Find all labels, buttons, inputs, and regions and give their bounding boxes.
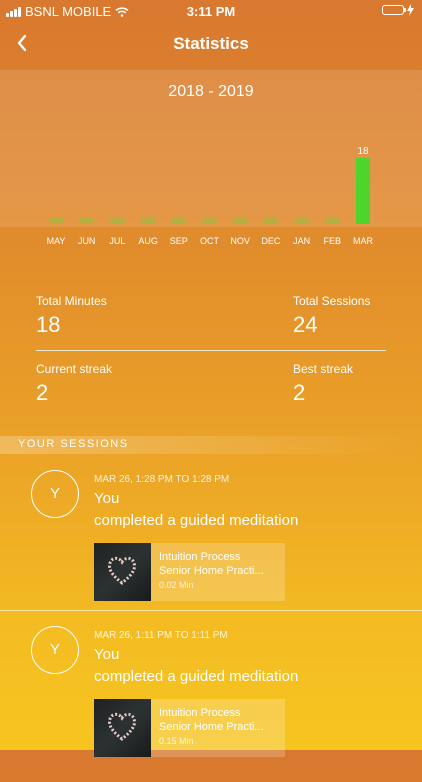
sessions-header-label: YOUR SESSIONS: [18, 438, 129, 450]
total-sessions-value: 24: [293, 312, 318, 337]
session-item[interactable]: Y MAR 26, 1:28 PM TO 1:28 PM You complet…: [0, 470, 422, 626]
session-item[interactable]: Y MAR 26, 1:11 PM TO 1:11 PM You complet…: [0, 626, 422, 782]
charging-bolt-icon: [407, 4, 414, 16]
heart-icon: [108, 556, 136, 585]
status-right: [382, 4, 414, 16]
meditation-card[interactable]: Intuition Process Senior Home Practi... …: [94, 699, 285, 757]
meditation-title: Intuition Process: [159, 707, 241, 719]
bar-mar: [356, 158, 370, 224]
bar-dec: [263, 218, 278, 224]
meditation-thumbnail: [94, 699, 151, 757]
page-title: Statistics: [173, 34, 249, 53]
nav-bar: Statistics: [0, 22, 422, 68]
battery-icon: [382, 5, 406, 15]
meditation-duration: 0.15 Min: [159, 736, 194, 746]
session-divider: [0, 610, 422, 611]
bar-sep: [171, 218, 186, 224]
total-minutes-value: 18: [36, 312, 61, 337]
session-activity: completed a guided meditation: [94, 512, 299, 529]
meditation-card[interactable]: Intuition Process Senior Home Practi... …: [94, 543, 285, 601]
session-user: You: [94, 646, 120, 663]
bar-jan: [294, 218, 309, 224]
data-label-mar: 18: [357, 146, 369, 157]
session-activity: completed a guided meditation: [94, 668, 299, 685]
current-streak-label: Current streak: [36, 362, 113, 376]
bar-jul: [110, 218, 125, 224]
month-labels: MAY JUN JUL AUG SEP OCT NOV DEC JAN FEB MAR: [0, 236, 422, 248]
bar-nov: [233, 218, 248, 224]
status-bar: BSNL MOBILE 3:11 PM: [0, 0, 422, 22]
sessions-header: YOUR SESSIONS: [0, 436, 422, 454]
bar-aug: [141, 218, 156, 224]
session-time: MAR 26, 1:28 PM TO 1:28 PM: [94, 474, 230, 485]
total-sessions-label: Total Sessions: [293, 294, 371, 308]
total-minutes-label: Total Minutes: [36, 294, 107, 308]
heart-icon: [108, 712, 136, 741]
best-streak-value: 2: [293, 380, 306, 405]
meditation-title: Intuition Process: [159, 551, 241, 563]
stats-divider: [36, 350, 386, 351]
bar-jun: [79, 218, 94, 224]
meditation-subtitle: Senior Home Practi...: [159, 565, 264, 577]
session-time: MAR 26, 1:11 PM TO 1:11 PM: [94, 630, 228, 641]
meditation-duration: 0.02 Min: [159, 580, 194, 590]
meditation-thumbnail: [94, 543, 151, 601]
stats-panel: Total Minutes 18 Total Sessions 24 Curre…: [36, 290, 386, 410]
monthly-minutes-chart: 18: [49, 146, 370, 224]
meditation-subtitle: Senior Home Practi...: [159, 721, 264, 733]
best-streak-label: Best streak: [293, 362, 354, 376]
bar-may: [49, 218, 63, 224]
avatar: Y: [31, 626, 79, 674]
session-user: You: [94, 490, 120, 507]
bar-oct: [202, 218, 217, 224]
chart-title: 2018 - 2019: [168, 83, 254, 100]
month-label-mar: MAR: [353, 236, 373, 246]
bar-feb: [325, 218, 340, 224]
current-streak-value: 2: [36, 380, 49, 405]
status-time: 3:11 PM: [186, 4, 236, 19]
avatar: Y: [31, 470, 79, 518]
